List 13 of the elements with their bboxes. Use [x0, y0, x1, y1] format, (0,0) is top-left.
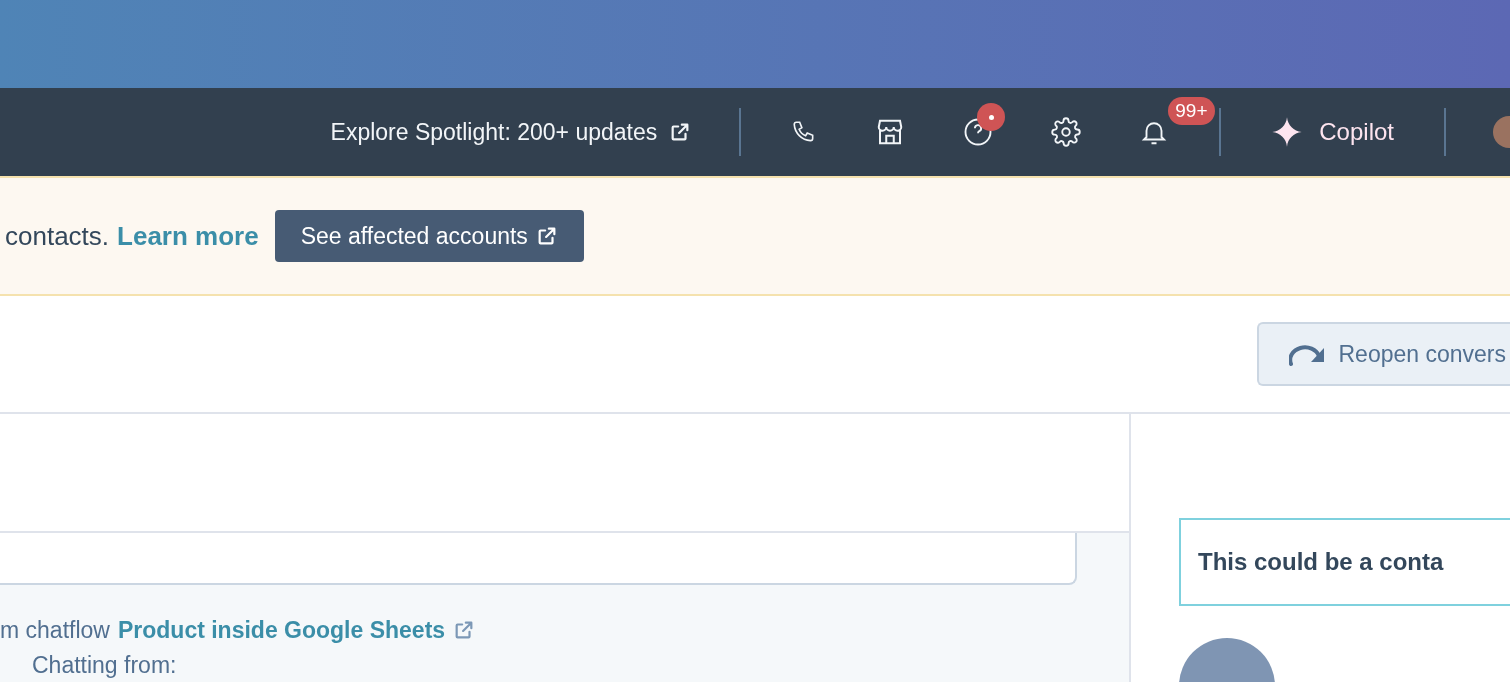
spotlight-link[interactable]: Explore Spotlight: 200+ updates	[330, 114, 692, 150]
copilot-button[interactable]: Copilot	[1221, 114, 1444, 150]
see-affected-accounts-button[interactable]: See affected accounts	[274, 210, 584, 262]
banner-text: contacts.	[5, 219, 110, 253]
learn-more-link[interactable]: Learn more	[117, 216, 259, 256]
notification-badge: 99+	[1168, 97, 1215, 125]
chatflow-text: m chatflow	[0, 616, 110, 645]
redo-arrow-icon	[1288, 342, 1327, 366]
chatting-from-label: Chatting from:	[32, 650, 178, 680]
chatflow-link[interactable]: Product inside Google Sheets	[117, 613, 446, 648]
contact-prompt: This could be a conta	[1198, 547, 1444, 577]
reopen-conversation-button[interactable]: Reopen convers	[1256, 322, 1510, 386]
settings-icon[interactable]	[1051, 117, 1082, 147]
